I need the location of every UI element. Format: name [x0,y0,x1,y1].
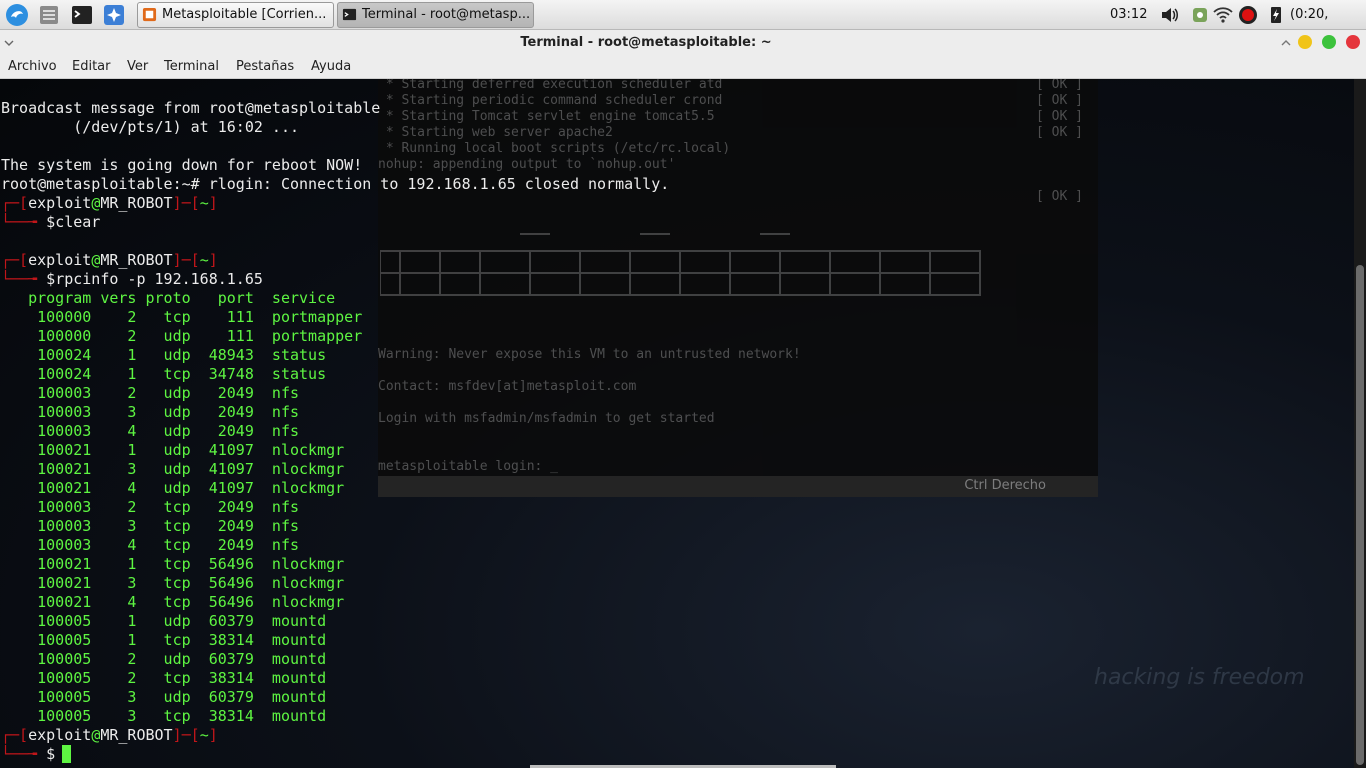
vm-ok: [ OK ] [1036,79,1083,92]
vm-statusbar: Ctrl Derecho [378,476,1098,497]
rpcinfo-row: 100000 2 udp 111 portmapper [1,327,363,345]
rpcinfo-row: 100005 3 udp 60379 mountd [1,688,327,706]
vm-contact: Contact: msfdev[at]metasploit.com [378,379,637,394]
menu-ayuda[interactable]: Ayuda [311,56,351,79]
rpcinfo-row: 100003 4 udp 2049 nfs [1,422,300,440]
rpcinfo-row: 100024 1 tcp 34748 status [1,365,327,383]
menu-pestanas[interactable]: Pestañas [236,56,294,79]
taskbar: Metasploitable [Corrien... Terminal - ro… [0,0,1366,52]
vertical-scrollbar[interactable] [1354,79,1366,768]
rpcinfo-row: 100021 3 tcp 56496 nlockmgr [1,574,345,592]
vm-host-key: Ctrl Derecho [964,478,1046,493]
battery-status: (0:20, 78%) [1290,7,1329,52]
file-manager-icon[interactable] [37,3,61,27]
rlogin-line: root@metasploitable:~# rlogin: Connectio… [1,175,670,193]
command-line: └──╼ $ [1,745,56,763]
prompt-header: ┌─[exploit@MR_ROBOT]─[~] [1,251,218,269]
rpcinfo-row: 100005 1 udp 60379 mountd [1,612,327,630]
terminal-launcher-icon[interactable] [70,3,94,27]
app-menu-icon[interactable] [5,3,29,27]
text-cursor [62,745,71,763]
background-vm-window: * Starting deferred execution scheduler … [378,79,1098,497]
rpcinfo-row: 100024 1 udp 48943 status [1,346,327,364]
roll-up-icon[interactable] [1280,37,1292,49]
vm-boot-line: * Running local boot scripts (/etc/rc.lo… [378,141,731,156]
settings-launcher-icon[interactable] [102,3,126,27]
window-titlebar[interactable]: Terminal - root@metasploitable: ~ [0,30,1366,56]
network-manager-icon[interactable] [1190,5,1210,25]
vm-boot-line: * Starting periodic command scheduler cr… [378,93,723,108]
rpcinfo-row: 100003 4 tcp 2049 nfs [1,536,300,554]
close-button[interactable] [1346,35,1360,49]
rpcinfo-row: 100003 2 tcp 2049 nfs [1,498,300,516]
vm-login-hint: Login with msfadmin/msfadmin to get star… [378,411,715,426]
shutdown-line: The system is going down for reboot NOW! [1,156,363,174]
wallpaper-watermark: hacking is freedom [1094,665,1305,690]
vm-boot-line: nohup: appending output to `nohup.out' [378,157,676,172]
wifi-icon[interactable] [1213,5,1233,25]
vm-ok: [ OK ] [1036,189,1083,204]
menu-editar[interactable]: Editar [72,56,111,79]
rpcinfo-row: 100021 1 tcp 56496 nlockmgr [1,555,345,573]
command-line: └──╼ $clear [1,213,101,231]
vm-boot-line: * Starting Tomcat servlet engine tomcat5… [378,109,715,124]
scrollbar-thumb[interactable] [1356,265,1364,765]
vm-warning: Warning: Never expose this VM to an untr… [378,347,801,362]
record-icon[interactable] [1238,5,1258,25]
rpcinfo-row: 100005 1 tcp 38314 mountd [1,631,327,649]
clock[interactable]: 03:12 [1110,0,1147,30]
virtualbox-icon [142,7,157,22]
menu-ver[interactable]: Ver [127,56,148,79]
broadcast-pts-line: (/dev/pts/1) at 16:02 ... [1,118,300,136]
prompt-header: ┌─[exploit@MR_ROBOT]─[~] [1,726,218,744]
rpcinfo-header: program vers proto port service [1,289,336,307]
menubar: Archivo Editar Ver Terminal Pestañas Ayu… [0,56,1366,79]
rpcinfo-row: 100021 4 tcp 56496 nlockmgr [1,593,345,611]
metasploitable-ascii-banner [380,233,981,296]
menu-archivo[interactable]: Archivo [8,56,57,79]
rpcinfo-row: 100021 1 udp 41097 nlockmgr [1,441,345,459]
rpcinfo-row: 100000 2 tcp 111 portmapper [1,308,363,326]
rpcinfo-row: 100021 4 udp 41097 nlockmgr [1,479,345,497]
vm-boot-line: * Starting web server apache2 [378,125,613,140]
rpcinfo-row: 100003 2 udp 2049 nfs [1,384,300,402]
prompt-header: ┌─[exploit@MR_ROBOT]─[~] [1,194,218,212]
command-line: └──╼ $rpcinfo -p 192.168.1.65 [1,270,263,288]
rpcinfo-row: 100003 3 udp 2049 nfs [1,403,300,421]
task-label: Terminal - root@metasp... [362,7,531,22]
window-title: Terminal - root@metasploitable: ~ [520,35,772,50]
minimize-button[interactable] [1298,35,1312,49]
menu-terminal[interactable]: Terminal [164,56,219,79]
task-metasploitable[interactable]: Metasploitable [Corrien... [137,2,334,28]
rpcinfo-row: 100003 3 tcp 2049 nfs [1,517,300,535]
task-terminal[interactable]: Terminal - root@metasp... [337,2,534,28]
terminal-icon [342,8,357,21]
terminal-view[interactable]: * Starting deferred execution scheduler … [0,79,1366,768]
volume-icon[interactable] [1160,5,1180,25]
vm-ok: [ OK ] [1036,93,1083,108]
battery-icon[interactable] [1266,5,1286,25]
rpcinfo-row: 100005 2 udp 60379 mountd [1,650,327,668]
rpcinfo-row: 100005 2 tcp 38314 mountd [1,669,327,687]
rpcinfo-row: 100021 3 udp 41097 nlockmgr [1,460,345,478]
task-label: Metasploitable [Corrien... [162,7,327,22]
vm-boot-line: * Starting deferred execution scheduler … [378,79,723,92]
vm-ok: [ OK ] [1036,109,1083,124]
maximize-button[interactable] [1322,35,1336,49]
broadcast-line: Broadcast message from root@metasploitab… [1,99,381,117]
vm-ok: [ OK ] [1036,125,1083,140]
rpcinfo-row: 100005 3 tcp 38314 mountd [1,707,327,725]
vm-login-prompt: metasploitable login: _ [378,459,559,474]
